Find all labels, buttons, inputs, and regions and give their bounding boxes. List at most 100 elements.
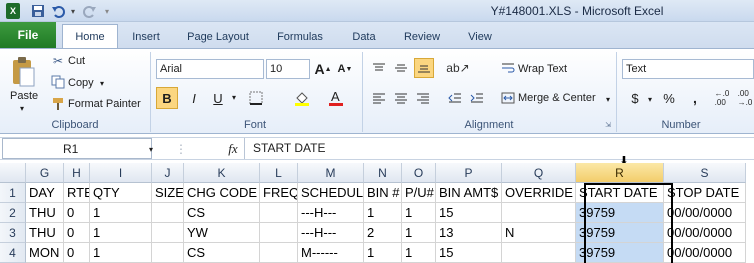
cell-r2[interactable]: 39759 xyxy=(576,203,664,223)
cell-m3[interactable]: ---H--- xyxy=(298,223,364,243)
cell-j2[interactable] xyxy=(152,203,184,223)
cell-j1[interactable]: SIZE xyxy=(152,183,184,203)
increase-decimal-icon[interactable]: ←.0.00 xyxy=(712,89,732,107)
cell-n1[interactable]: BIN # xyxy=(364,183,402,203)
cell-i1[interactable]: QTY xyxy=(90,183,152,203)
borders-icon[interactable] xyxy=(246,87,266,109)
cell-k4[interactable]: CS xyxy=(184,243,260,263)
cell-l1[interactable]: FREQ xyxy=(260,183,298,203)
paste-dropdown-icon[interactable]: ▾ xyxy=(16,103,28,113)
cell-r1[interactable]: START DATE xyxy=(576,183,664,203)
row-header-3[interactable]: 3 xyxy=(0,223,26,243)
cell-r4[interactable]: 39759 xyxy=(576,243,664,263)
column-header-h[interactable]: H xyxy=(64,163,90,183)
wrap-text-button[interactable]: Wrap Text xyxy=(518,63,567,75)
cell-g1[interactable]: DAY xyxy=(26,183,64,203)
align-center-icon[interactable] xyxy=(392,90,410,106)
cell-n3[interactable]: 2 xyxy=(364,223,402,243)
column-header-n[interactable]: N xyxy=(364,163,402,183)
column-header-i[interactable]: I xyxy=(90,163,152,183)
cell-o4[interactable]: 1 xyxy=(402,243,436,263)
cell-g3[interactable]: THU xyxy=(26,223,64,243)
fill-color-icon[interactable] xyxy=(292,87,312,109)
cell-p1[interactable]: BIN AMT$ xyxy=(436,183,502,203)
cell-m1[interactable]: SCHEDULE xyxy=(298,183,364,203)
decrease-indent-icon[interactable] xyxy=(446,90,464,106)
select-all-corner[interactable] xyxy=(0,163,26,183)
copy-button[interactable]: Copy xyxy=(68,77,94,89)
cell-s4[interactable]: 00/00/0000 xyxy=(664,243,746,263)
cell-g2[interactable]: THU xyxy=(26,203,64,223)
column-header-s[interactable]: S xyxy=(664,163,746,183)
tab-file[interactable]: File xyxy=(0,22,56,48)
cell-l3[interactable] xyxy=(260,223,298,243)
format-painter-button[interactable]: Format Painter xyxy=(68,98,141,110)
orientation-icon[interactable]: ab↗ xyxy=(446,60,469,76)
align-left-icon[interactable] xyxy=(370,90,388,106)
cell-h2[interactable]: 0 xyxy=(64,203,90,223)
underline-dropdown-icon[interactable]: ▾ xyxy=(230,92,238,102)
alignment-launcher-icon[interactable]: ⇲ xyxy=(604,121,612,129)
cell-k3[interactable]: YW xyxy=(184,223,260,243)
cell-p3[interactable]: 13 xyxy=(436,223,502,243)
bold-button[interactable]: B xyxy=(156,87,178,109)
cell-j3[interactable] xyxy=(152,223,184,243)
italic-button[interactable]: I xyxy=(184,87,204,109)
name-box[interactable]: R1 xyxy=(2,138,152,159)
column-header-q[interactable]: Q xyxy=(502,163,576,183)
fx-icon[interactable]: fx xyxy=(224,140,242,158)
grow-font-icon[interactable]: A ▲ xyxy=(314,59,332,79)
cell-r3[interactable]: 39759 xyxy=(576,223,664,243)
cell-g4[interactable]: MON xyxy=(26,243,64,263)
tab-review[interactable]: Review xyxy=(396,26,448,48)
formula-bar-splitter-icon[interactable]: ⋮ xyxy=(175,140,187,158)
cell-o2[interactable]: 1 xyxy=(402,203,436,223)
row-header-1[interactable]: 1 xyxy=(0,183,26,203)
cell-k1[interactable]: CHG CODE xyxy=(184,183,260,203)
number-format-combo[interactable]: Text xyxy=(622,59,754,79)
column-header-p[interactable]: P xyxy=(436,163,502,183)
cut-icon[interactable]: ✂ xyxy=(50,53,66,69)
underline-button[interactable]: U xyxy=(208,87,228,109)
merge-center-icon[interactable] xyxy=(500,90,516,106)
cut-button[interactable]: Cut xyxy=(68,55,85,67)
paste-icon[interactable] xyxy=(8,54,38,90)
copy-icon[interactable] xyxy=(50,74,66,90)
cell-o1[interactable]: P/U# xyxy=(402,183,436,203)
font-size-combo[interactable]: 10 xyxy=(266,59,310,79)
cell-i4[interactable]: 1 xyxy=(90,243,152,263)
cell-l4[interactable] xyxy=(260,243,298,263)
tab-page-layout[interactable]: Page Layout xyxy=(178,26,258,48)
comma-button[interactable]: , xyxy=(686,89,704,107)
cell-h4[interactable]: 0 xyxy=(64,243,90,263)
tab-home[interactable]: Home xyxy=(62,24,118,49)
cell-p4[interactable]: 15 xyxy=(436,243,502,263)
column-header-l[interactable]: L xyxy=(260,163,298,183)
cell-i2[interactable]: 1 xyxy=(90,203,152,223)
cell-k2[interactable]: CS xyxy=(184,203,260,223)
name-box-dropdown-icon[interactable]: ▾ xyxy=(146,143,156,155)
column-header-g[interactable]: G xyxy=(26,163,64,183)
cell-n2[interactable]: 1 xyxy=(364,203,402,223)
cell-i3[interactable]: 1 xyxy=(90,223,152,243)
column-header-o[interactable]: O xyxy=(402,163,436,183)
decrease-decimal-icon[interactable]: .00 →.0 xyxy=(736,89,754,107)
format-painter-icon[interactable] xyxy=(50,96,66,112)
cell-q1[interactable]: OVERRIDE xyxy=(502,183,576,203)
cell-s2[interactable]: 00/00/0000 xyxy=(664,203,746,223)
cell-h3[interactable]: 0 xyxy=(64,223,90,243)
wrap-text-icon[interactable] xyxy=(500,60,516,76)
cell-h1[interactable]: RTE SEQ# xyxy=(64,183,90,203)
middle-align-icon[interactable] xyxy=(392,60,410,76)
paste-button[interactable]: Paste xyxy=(10,90,38,102)
formula-input[interactable]: START DATE xyxy=(244,138,754,159)
copy-dropdown-icon[interactable]: ▾ xyxy=(98,78,106,88)
currency-button[interactable]: $ xyxy=(626,89,644,107)
cell-q3[interactable]: N xyxy=(502,223,576,243)
percent-button[interactable]: % xyxy=(660,89,678,107)
cell-s1[interactable]: STOP DATE xyxy=(664,183,746,203)
cell-q4[interactable] xyxy=(502,243,576,263)
merge-dropdown-icon[interactable]: ▾ xyxy=(604,94,612,104)
row-header-2[interactable]: 2 xyxy=(0,203,26,223)
column-header-k[interactable]: K xyxy=(184,163,260,183)
